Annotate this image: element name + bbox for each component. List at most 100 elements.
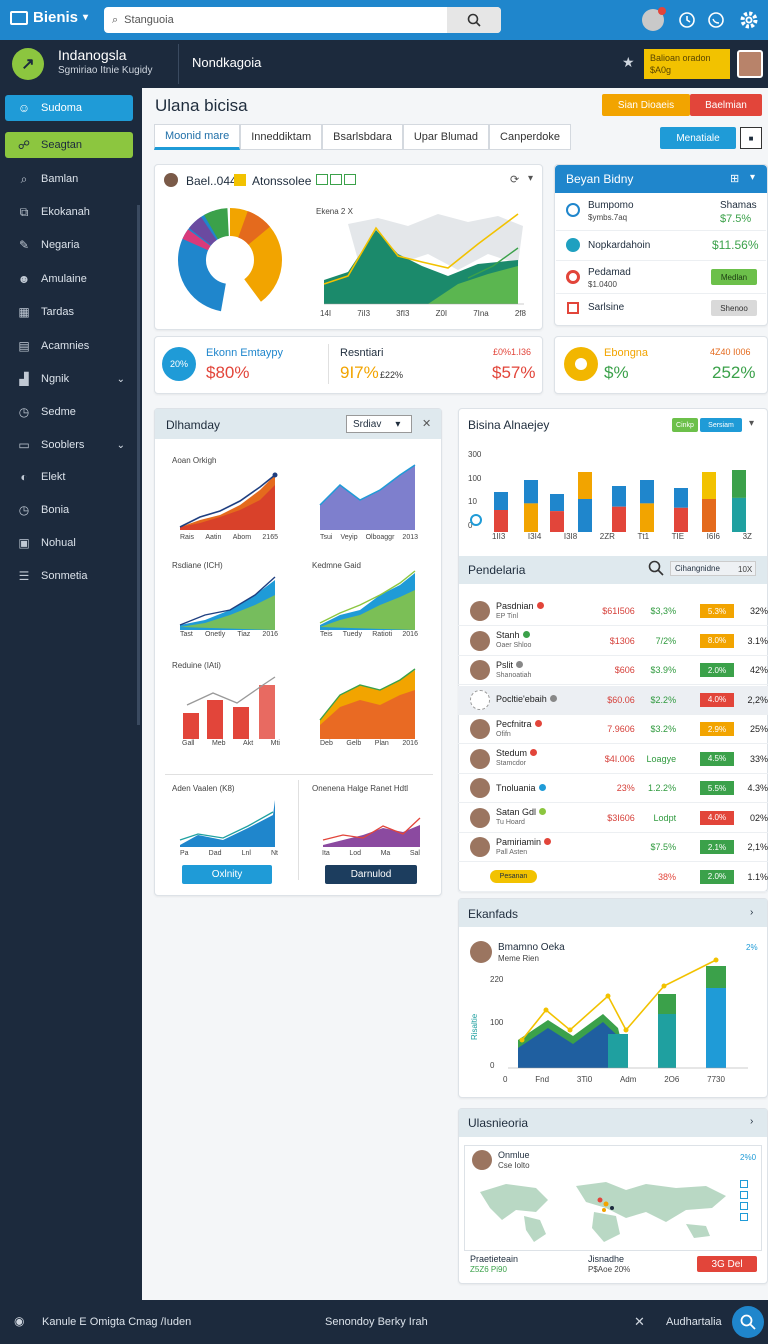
search-button[interactable] [447, 7, 501, 33]
chevron-down-icon[interactable]: ▾ [750, 172, 755, 183]
star-icon[interactable]: ★ [622, 54, 635, 71]
table-row[interactable]: Pslit Shanoatiah $606 $3.9% 2.0% 42% [458, 656, 768, 685]
kpi-value: $% [604, 363, 629, 382]
delete-button[interactable]: 3G Del [697, 1256, 757, 1272]
primary-action-button[interactable]: Sian Dioaeis [602, 94, 690, 116]
table-row[interactable]: Pamiriamin Pall Asten $7.5% 2.1% 2,1% [458, 833, 768, 862]
y-tick: 220 [490, 975, 504, 984]
gear-icon[interactable] [738, 9, 760, 31]
dashboard-bottom-charts [179, 800, 421, 847]
legend-icon [740, 1180, 748, 1188]
x-tick: Aatin [205, 534, 222, 541]
x-tick: Sal [409, 850, 420, 857]
chevron-right-icon[interactable]: › [750, 1116, 753, 1127]
table-row[interactable]: Stedum Stamcdor $4I.006 Loagye 4.5% 33% [458, 745, 768, 774]
sidebar-item-4[interactable]: ✎ Negaria [5, 232, 133, 258]
row-percent: 4.3% [747, 783, 768, 793]
sidebar-item-14[interactable]: ☰ Sonmetia [5, 563, 133, 589]
medlan-button[interactable]: Medlan [711, 269, 757, 285]
tab-4[interactable]: Canperdoke [489, 124, 571, 150]
avatar [470, 660, 490, 680]
status-badge: 2.9% [700, 722, 734, 736]
sidebar-item-7[interactable]: ▤ Acamnies [5, 333, 133, 359]
sidebar-item-2[interactable]: ⌕ Bamlan [5, 166, 133, 192]
x-tick: Adm [619, 1075, 637, 1084]
x-tick: 2016 [262, 631, 278, 638]
tab-1[interactable]: Inneddiktam [240, 124, 323, 150]
x-tick: 3Ti0 [576, 1075, 593, 1084]
avatar [470, 941, 492, 963]
user-icon: ◉ [14, 1314, 25, 1328]
shenoo-button[interactable]: Shenoo [711, 300, 757, 316]
search-icon[interactable] [648, 560, 666, 578]
sidebar-item-11[interactable]: ◐ Elekt [5, 464, 133, 490]
sidebar-item-3[interactable]: ⧉ Ekokanah [5, 199, 133, 225]
sidebar-item-12[interactable]: ◷ Bonia [5, 497, 133, 523]
grid-icon[interactable]: ⊞ [730, 172, 739, 185]
status-badge: 5.5% [700, 781, 734, 795]
table-row[interactable]: Tnoluania 23% 1.2.2% 5.5% 4.3% [458, 774, 768, 803]
sidebar-item-9[interactable]: ◷ Sedme [5, 399, 133, 425]
table-row[interactable]: Satan Gdl Tu Hoard $3I606 Lodpt 4.0% 02% [458, 804, 768, 833]
clock-icon[interactable] [676, 9, 698, 31]
table-row[interactable]: Stanh Oaer Shloo $1306 7/2% 8.0% 3.1% [458, 627, 768, 656]
sidebar-scrollbar[interactable] [137, 205, 140, 725]
sidebar-item-6[interactable]: ▦ Tardas [5, 299, 133, 325]
more-icon[interactable]: ■ [740, 127, 762, 149]
row-name: Pasdnian [496, 600, 534, 611]
x-tick: I3I4 [527, 532, 542, 541]
chevron-down-icon[interactable]: ▾ [749, 418, 754, 429]
dashboard-mini-charts [179, 464, 416, 739]
app-brand[interactable]: Bienis ▾ [10, 9, 88, 26]
sidebar-item-10[interactable]: ▭ Sooblers ⌄ [5, 432, 133, 458]
refresh-icon[interactable]: ⟳ [510, 173, 519, 186]
table-row[interactable]: Pasdnian EP Tinl $61I506 $3,3% 5.3% 32% [458, 597, 768, 626]
row-name: Pecfnitra [496, 718, 532, 729]
clock-icon: ◷ [18, 503, 30, 517]
sidebar-item-1[interactable]: ☍ Seagtan [5, 132, 133, 158]
secondary-action-button[interactable]: Baelmian [690, 94, 762, 116]
search-input[interactable]: ⌕ Stanguoia [104, 7, 501, 33]
sidebar-item-0[interactable]: ☺ Sudoma [5, 95, 133, 121]
chevron-down-icon[interactable]: ⌄ [117, 440, 125, 451]
drop-icon [566, 238, 580, 252]
search-fab[interactable] [732, 1306, 764, 1338]
table-row[interactable]: Pecfnitra Ofifn 7.9606 $3.2% 2.9% 25% [458, 715, 768, 744]
ekanfads-y-axis: 220 100 0 [490, 975, 503, 1070]
export-button[interactable]: Oxlnity [182, 865, 272, 884]
profile-icon[interactable] [642, 7, 666, 31]
row-percent: 02% [749, 812, 768, 823]
filter-pill[interactable]: Cinkp [672, 418, 698, 432]
dashboard-select[interactable]: Srdiav ▾ [346, 415, 412, 433]
header-badge[interactable]: Balioan oradon $A0g [644, 49, 730, 79]
close-icon[interactable]: ✕ [422, 417, 431, 430]
tools-icon[interactable]: ✕ [634, 1314, 645, 1330]
sidebar-item-13[interactable]: ▣ Nohual [5, 530, 133, 556]
sidebar-item-8[interactable]: ▟ Ngnik ⌄ [5, 366, 133, 392]
chevron-right-icon[interactable]: › [750, 907, 753, 918]
status-pill[interactable]: Pesanan [490, 870, 537, 883]
x-tick: Pa [180, 850, 189, 857]
ekanfads-combo-chart [508, 957, 748, 1069]
chevron-down-icon[interactable]: ▾ [528, 173, 533, 184]
avatar[interactable] [737, 50, 763, 78]
bisina-title: Bisina Alnaejey [468, 418, 550, 432]
filter-pill[interactable]: Sersiam [700, 418, 742, 432]
ulasn-sub: Cse Iolto [498, 1161, 530, 1170]
bar [674, 488, 688, 508]
tab-2[interactable]: Bsarlsbdara [322, 124, 403, 150]
download-button[interactable]: Darnulod [325, 865, 417, 884]
row-name-block: Stanh Oaer Shloo [496, 631, 562, 650]
tab-0[interactable]: Moonid mare [154, 124, 241, 150]
x-tick: Lnl [241, 850, 251, 857]
row-sub: Shanoatiah [496, 671, 532, 679]
bayan-row-value: $7.5% [720, 213, 752, 225]
table-row[interactable]: Pocltie'ebaih $60.06 $2.2% 4.0% 2,2% [458, 685, 768, 715]
chevron-down-icon[interactable]: ⌄ [117, 374, 125, 385]
bisina-x-axis: 1II3 I3I4 I3I8 2ZR Tt1 TIE I6I6 3Z [492, 532, 752, 541]
manage-button[interactable]: Menatiale [660, 127, 736, 149]
table-row[interactable]: Pesanan 38% 2.0% 1.1% [458, 863, 768, 892]
chat-icon[interactable] [705, 9, 727, 31]
sidebar-item-5[interactable]: ☻ Amulaine [5, 266, 133, 292]
tab-3[interactable]: Upar Blumad [402, 124, 490, 150]
